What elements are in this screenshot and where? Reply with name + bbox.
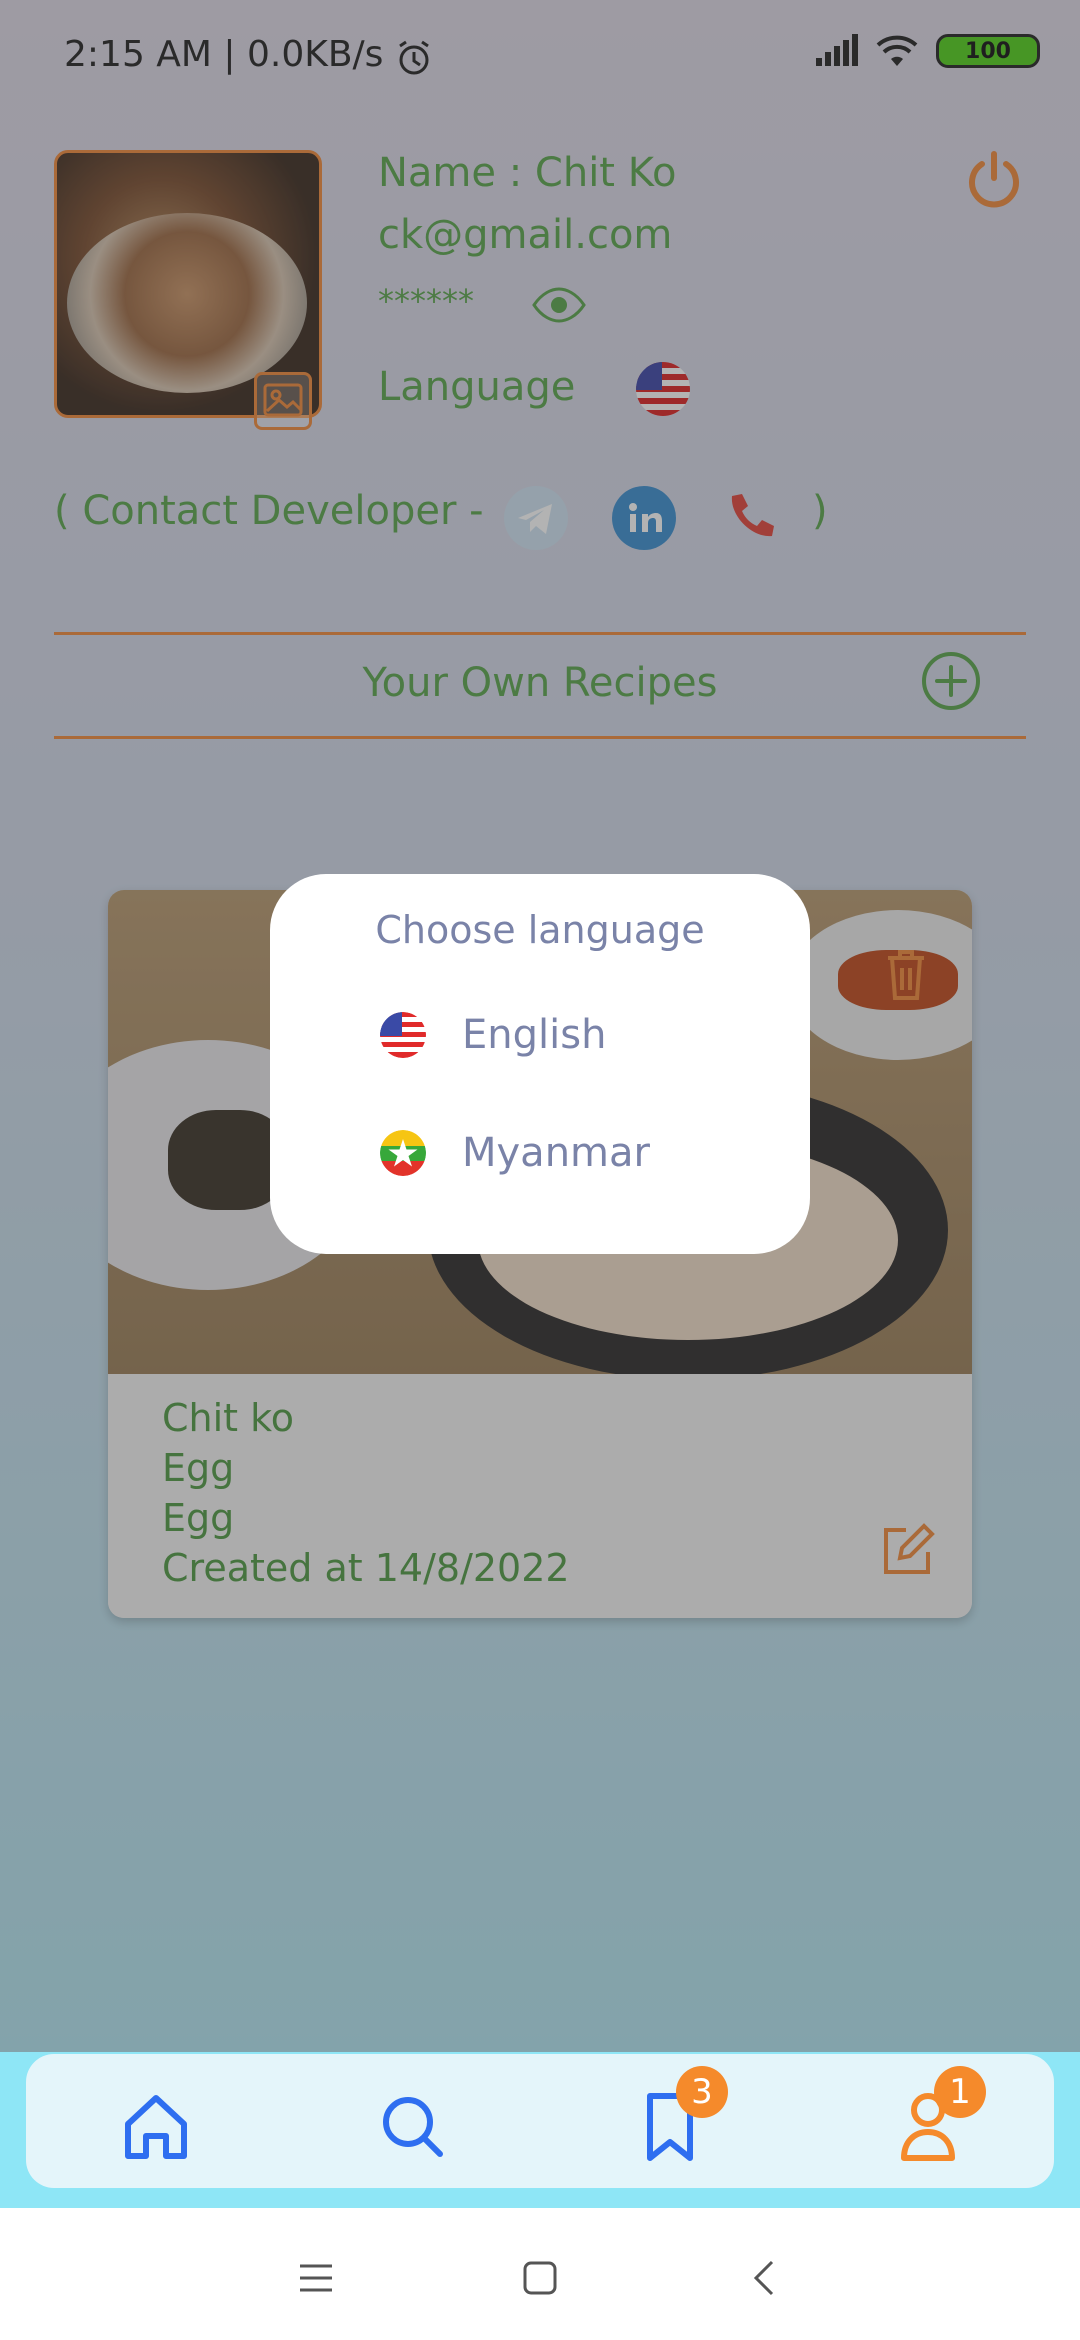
dialog-title: Choose language	[375, 908, 705, 952]
home-icon[interactable]	[106, 2076, 206, 2176]
bottom-nav: 3 1	[26, 2054, 1054, 2188]
back-icon[interactable]	[736, 2248, 796, 2308]
language-option-english[interactable]: English	[380, 1012, 606, 1058]
language-option-label: Myanmar	[462, 1130, 650, 1176]
system-nav-bar	[0, 2208, 1080, 2340]
home-square-icon[interactable]	[510, 2248, 570, 2308]
us-flag-icon	[380, 1012, 426, 1058]
menu-icon[interactable]	[286, 2248, 346, 2308]
search-icon[interactable]	[362, 2076, 462, 2176]
profile-badge: 1	[934, 2066, 986, 2118]
choose-language-dialog: Choose language English Myanmar	[270, 874, 810, 1254]
bookmark-badge: 3	[676, 2066, 728, 2118]
language-option-myanmar[interactable]: Myanmar	[380, 1130, 650, 1176]
language-option-label: English	[462, 1012, 607, 1058]
myanmar-flag-icon	[380, 1130, 426, 1176]
